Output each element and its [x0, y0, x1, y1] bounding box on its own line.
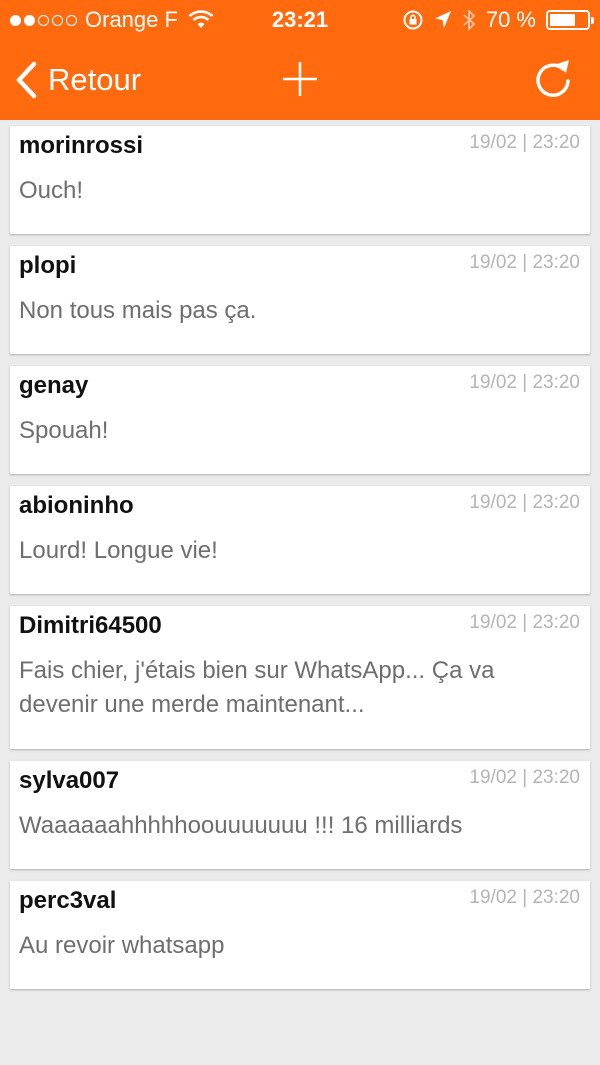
rotation-lock-icon — [403, 10, 423, 30]
navigation-bar: Retour — [0, 40, 600, 120]
comment-text: Au revoir whatsapp — [19, 932, 225, 959]
comment-time: 23:20 — [532, 887, 580, 908]
back-button-label: Retour — [48, 62, 142, 97]
comment-timestamp: 19/02 | 23:20 — [469, 372, 580, 393]
comment-text: Ouch! — [19, 177, 84, 204]
comment-card[interactable]: Dimitri64500 19/02 | 23:20 Fais chier, j… — [10, 606, 590, 749]
comment-author[interactable]: plopi — [19, 252, 76, 280]
comment-time: 23:20 — [532, 372, 580, 393]
refresh-icon[interactable] — [533, 56, 573, 100]
comment-author[interactable]: abioninho — [19, 492, 134, 520]
comment-timestamp: 19/02 | 23:20 — [469, 252, 580, 273]
comment-card[interactable]: abioninho 19/02 | 23:20 Lourd! Longue vi… — [10, 486, 590, 594]
comment-time: 23:20 — [532, 612, 580, 633]
comment-date: 19/02 — [469, 612, 517, 633]
battery-level — [550, 14, 576, 26]
battery-percentage: 70 % — [485, 7, 536, 32]
comment-time: 23:20 — [532, 492, 580, 513]
comment-date: 19/02 — [469, 132, 517, 153]
comment-text: Spouah! — [19, 417, 109, 444]
comment-author[interactable]: perc3val — [19, 887, 116, 915]
add-icon[interactable] — [282, 61, 318, 97]
comment-text: Non tous mais pas ça. — [19, 297, 257, 324]
bluetooth-icon — [463, 9, 476, 31]
comment-time: 23:20 — [532, 132, 580, 153]
comment-author[interactable]: morinrossi — [19, 132, 143, 160]
chevron-left-icon — [16, 61, 37, 99]
comment-date: 19/02 — [469, 887, 517, 908]
comment-timestamp: 19/02 | 23:20 — [469, 132, 580, 153]
comment-timestamp: 19/02 | 23:20 — [469, 492, 580, 513]
comment-author[interactable]: Dimitri64500 — [19, 612, 162, 640]
comment-date: 19/02 — [469, 492, 517, 513]
comment-card[interactable]: sylva007 19/02 | 23:20 Waaaaaahhhhhoouuu… — [10, 761, 590, 869]
app-header: Orange F 23:21 70 % Retour — [0, 0, 600, 120]
comment-author[interactable]: genay — [19, 372, 88, 400]
comment-text: Fais chier, j'étais bien sur WhatsApp...… — [19, 657, 495, 718]
comment-card[interactable]: genay 19/02 | 23:20 Spouah! — [10, 366, 590, 474]
comment-card[interactable]: morinrossi 19/02 | 23:20 Ouch! — [10, 126, 590, 234]
comment-date: 19/02 — [469, 372, 517, 393]
comment-timestamp: 19/02 | 23:20 — [469, 612, 580, 633]
comment-time: 23:20 — [532, 767, 580, 788]
comment-card[interactable]: plopi 19/02 | 23:20 Non tous mais pas ça… — [10, 246, 590, 354]
comment-timestamp: 19/02 | 23:20 — [469, 767, 580, 788]
status-right: 70 % — [402, 0, 594, 40]
status-bar: Orange F 23:21 70 % — [0, 0, 600, 40]
comment-text: Lourd! Longue vie! — [19, 537, 218, 564]
back-button[interactable]: Retour — [14, 58, 141, 102]
comment-time: 23:20 — [532, 252, 580, 273]
battery-icon — [546, 10, 594, 30]
location-icon — [434, 11, 451, 28]
comment-date: 19/02 — [469, 767, 517, 788]
comment-date: 19/02 — [469, 252, 517, 273]
comment-text: Waaaaaahhhhhoouuuuuuu !!! 16 milliards — [19, 812, 463, 839]
comment-timestamp: 19/02 | 23:20 — [469, 887, 580, 908]
comment-card[interactable]: perc3val 19/02 | 23:20 Au revoir whatsap… — [10, 881, 590, 989]
comment-author[interactable]: sylva007 — [19, 767, 119, 795]
